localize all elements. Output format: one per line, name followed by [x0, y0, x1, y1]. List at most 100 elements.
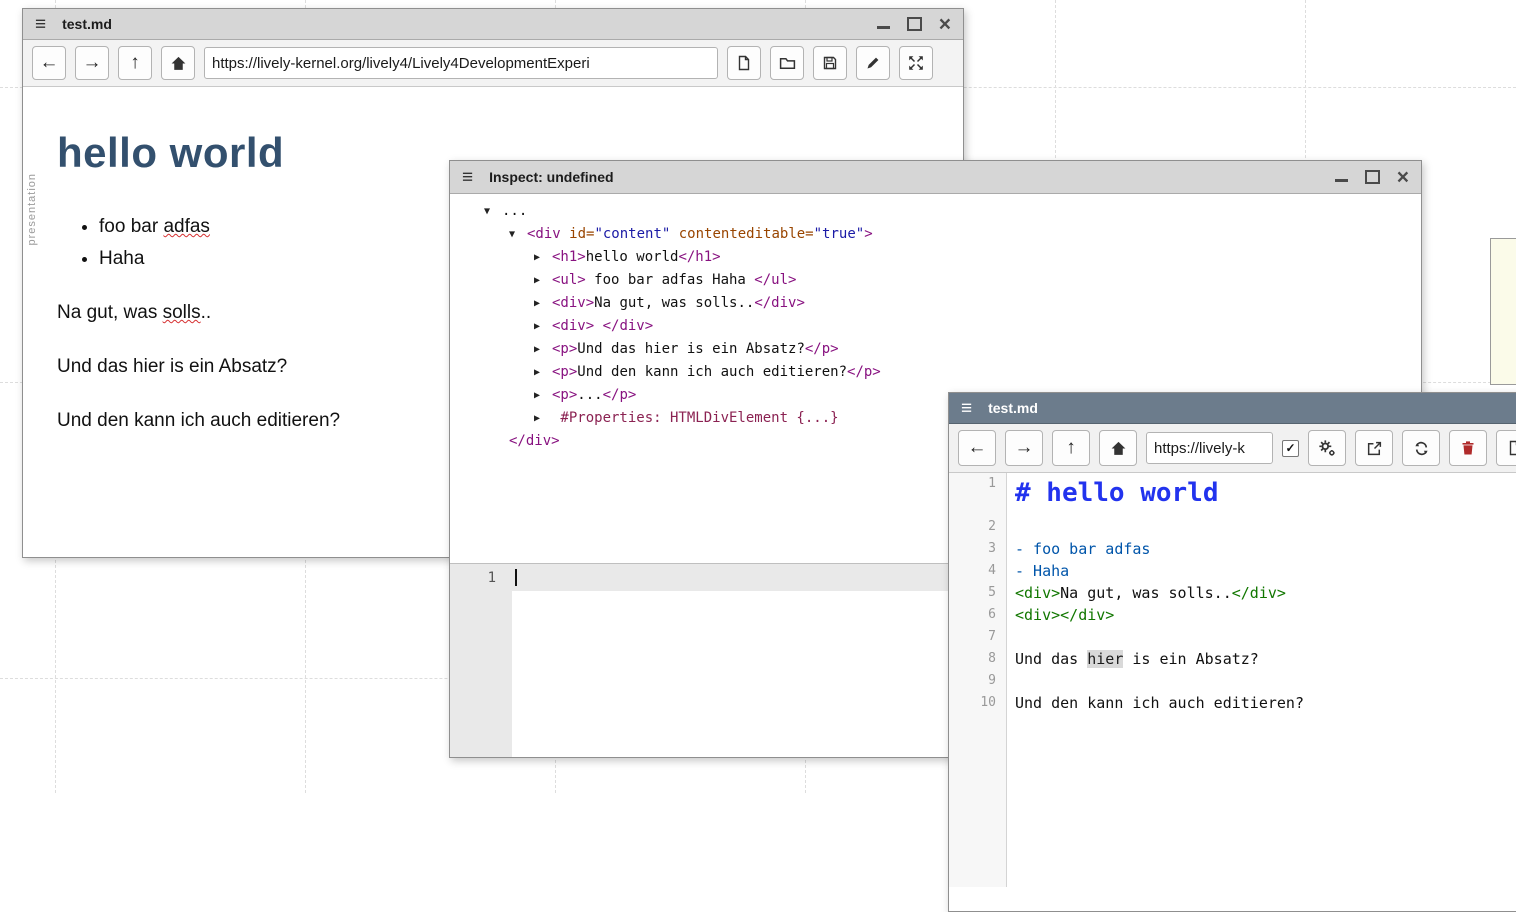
expand-icon[interactable]: ▶ — [534, 339, 552, 361]
minimize-button[interactable] — [877, 26, 890, 29]
dom-tree-node[interactable]: ▶<p>Und das hier is ein Absatz?</p> — [450, 338, 1421, 361]
syntax-token: <h1> — [552, 249, 586, 265]
text-cursor — [515, 569, 517, 586]
dom-tree-node[interactable]: ▶<div> </div> — [450, 315, 1421, 338]
dom-tree-node[interactable]: ▶<div>Na gut, was solls..</div> — [450, 292, 1421, 315]
syntax-token: > — [864, 226, 872, 242]
syntax-token: hello world — [586, 249, 679, 265]
markdown-editor-window: ≡ test.md ← → ↑ ✓ 1# hello world23- foo … — [948, 392, 1516, 912]
presentation-side-label[interactable]: presentation — [26, 173, 38, 246]
hamburger-menu-icon[interactable]: ≡ — [462, 168, 473, 187]
editor-line[interactable]: 10Und den kann ich auch editieren? — [949, 692, 1516, 714]
line-content[interactable] — [1007, 670, 1015, 692]
open-external-button[interactable] — [1355, 430, 1393, 466]
dom-tree-node[interactable]: ▼<div id="content" contenteditable="true… — [450, 223, 1421, 246]
editor-line[interactable]: 1# hello world — [949, 473, 1516, 516]
line-number: 3 — [949, 538, 1007, 560]
window-title: test.md — [988, 400, 1038, 416]
misspelled-word: solls — [163, 302, 201, 323]
expand-icon[interactable]: ▶ — [534, 270, 552, 292]
maximize-button[interactable] — [907, 17, 922, 31]
forward-button[interactable]: → — [75, 46, 109, 80]
url-input[interactable] — [204, 47, 718, 79]
syntax-token: "content" — [594, 226, 670, 242]
up-button[interactable]: ↑ — [118, 46, 152, 80]
line-content[interactable]: # hello world — [1007, 473, 1219, 516]
new-file-button[interactable] — [1496, 430, 1516, 466]
gutter-column — [949, 714, 1007, 887]
preview-titlebar[interactable]: ≡ test.md × — [23, 9, 963, 40]
expand-button[interactable] — [899, 46, 933, 80]
code-editor[interactable]: 1# hello world23- foo bar adfas4- Haha5<… — [949, 473, 1516, 887]
editor-line[interactable]: 7 — [949, 626, 1516, 648]
expand-icon[interactable]: ▶ — [534, 385, 552, 407]
close-button[interactable]: × — [939, 14, 951, 35]
editor-line[interactable]: 9 — [949, 670, 1516, 692]
syntax-token — [594, 318, 602, 334]
inspector-titlebar[interactable]: ≡ Inspect: undefined × — [450, 161, 1421, 194]
expand-icon[interactable]: ▶ — [534, 316, 552, 338]
line-number: 5 — [949, 582, 1007, 604]
line-content[interactable]: Und das hier is ein Absatz? — [1007, 648, 1259, 670]
browse-folder-button[interactable] — [770, 46, 804, 80]
line-content[interactable]: - Haha — [1007, 560, 1069, 582]
dom-tree-node[interactable]: ▶<p>Und den kann ich auch editieren?</p> — [450, 361, 1421, 384]
syntax-token: <ul> — [552, 272, 586, 288]
back-button[interactable]: ← — [32, 46, 66, 80]
line-number: 9 — [949, 670, 1007, 692]
editor-line[interactable]: 8Und das hier is ein Absatz? — [949, 648, 1516, 670]
line-content[interactable]: Und den kann ich auch editieren? — [1007, 692, 1304, 714]
dom-tree-node[interactable]: ▶<h1>hello world</h1> — [450, 246, 1421, 269]
line-number: 8 — [949, 648, 1007, 670]
syntax-token: ... — [502, 203, 527, 219]
url-input[interactable] — [1146, 432, 1273, 464]
expand-icon[interactable]: ▶ — [534, 408, 552, 430]
editor-line[interactable]: 2 — [949, 516, 1516, 538]
syntax-token: "true" — [814, 226, 865, 242]
dom-tree-node[interactable]: ▶<ul> foo bar adfas Haha </ul> — [450, 269, 1421, 292]
delete-button[interactable] — [1449, 430, 1487, 466]
syntax-token: Und das — [1015, 650, 1087, 668]
maximize-button[interactable] — [1365, 170, 1380, 184]
up-button[interactable]: ↑ — [1052, 430, 1090, 466]
editor-titlebar[interactable]: ≡ test.md — [949, 393, 1516, 424]
syntax-token: hier — [1087, 650, 1123, 668]
expand-icon[interactable]: ▶ — [534, 293, 552, 315]
syntax-token: Und das hier is ein Absatz? — [577, 341, 805, 357]
text-segment: Haha — [99, 248, 144, 269]
reload-button[interactable] — [1402, 430, 1440, 466]
settings-button[interactable] — [1308, 430, 1346, 466]
syntax-token: </div> — [754, 295, 805, 311]
collapse-icon[interactable]: ▼ — [484, 201, 502, 223]
minimize-button[interactable] — [1335, 179, 1348, 182]
home-button[interactable] — [1099, 430, 1137, 466]
background-window-fragment[interactable] — [1490, 238, 1516, 385]
back-button[interactable]: ← — [958, 430, 996, 466]
collapse-icon[interactable]: ▼ — [509, 224, 527, 246]
line-content[interactable]: <div></div> — [1007, 604, 1114, 626]
close-button[interactable]: × — [1397, 167, 1409, 188]
save-button[interactable] — [813, 46, 847, 80]
editor-line[interactable]: 6<div></div> — [949, 604, 1516, 626]
expand-icon[interactable]: ▶ — [534, 362, 552, 384]
line-number: 7 — [949, 626, 1007, 648]
editor-line[interactable]: 3- foo bar adfas — [949, 538, 1516, 560]
hamburger-menu-icon[interactable]: ≡ — [961, 399, 972, 418]
forward-button[interactable]: → — [1005, 430, 1043, 466]
new-file-button[interactable] — [727, 46, 761, 80]
file-icon — [1507, 440, 1516, 456]
expand-icon[interactable]: ▶ — [534, 247, 552, 269]
line-content[interactable]: <div>Na gut, was solls..</div> — [1007, 582, 1286, 604]
editor-line[interactable]: 4- Haha — [949, 560, 1516, 582]
line-content[interactable]: - foo bar adfas — [1007, 538, 1150, 560]
edit-button[interactable] — [856, 46, 890, 80]
home-button[interactable] — [161, 46, 195, 80]
syntax-token: <p> — [552, 364, 577, 380]
text-segment: foo bar — [99, 216, 163, 237]
auto-update-checkbox[interactable]: ✓ — [1282, 440, 1299, 457]
dom-tree-node[interactable]: ▼... — [450, 200, 1421, 223]
line-content[interactable] — [1007, 626, 1015, 648]
line-content[interactable] — [1007, 516, 1015, 538]
hamburger-menu-icon[interactable]: ≡ — [35, 15, 46, 34]
editor-line[interactable]: 5<div>Na gut, was solls..</div> — [949, 582, 1516, 604]
